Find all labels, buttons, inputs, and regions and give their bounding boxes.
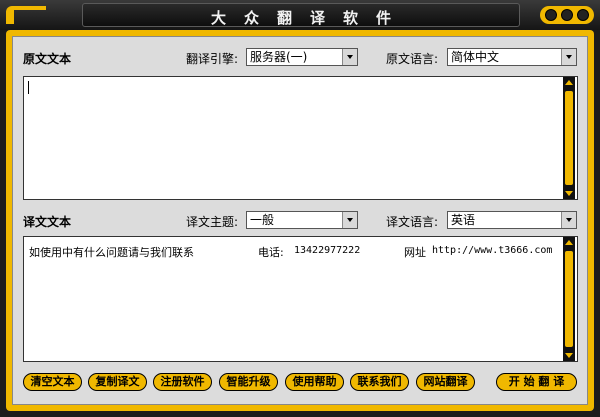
scroll-down-icon[interactable] xyxy=(563,349,575,361)
minimize-button[interactable] xyxy=(545,9,557,21)
chevron-down-icon[interactable] xyxy=(342,49,357,65)
help-button[interactable]: 使用帮助 xyxy=(285,373,344,391)
target-lang-value: 英语 xyxy=(451,213,476,227)
info-message: 如使用中有什么问题请与我们联系 xyxy=(29,246,194,259)
contact-button[interactable]: 联系我们 xyxy=(350,373,409,391)
phone-label: 电话: xyxy=(258,246,284,259)
copy-translation-button[interactable]: 复制译文 xyxy=(88,373,147,391)
close-button[interactable] xyxy=(577,9,589,21)
topic-label: 译文主题: xyxy=(186,215,239,229)
window-title: 大众翻译软件 xyxy=(210,9,409,27)
target-lang-select[interactable]: 英语 xyxy=(447,211,577,229)
engine-label: 翻译引擎: xyxy=(186,52,239,66)
start-translate-button[interactable]: 开 始 翻 译 xyxy=(496,373,577,391)
target-text-label: 译文文本 xyxy=(23,215,72,229)
source-text-input[interactable] xyxy=(23,76,578,200)
web-translate-button[interactable]: 网站翻译 xyxy=(416,373,475,391)
target-scrollbar[interactable] xyxy=(563,237,575,361)
chevron-down-icon[interactable] xyxy=(561,49,576,65)
target-lang-label: 译文语言: xyxy=(386,215,439,229)
text-caret xyxy=(28,81,29,94)
source-text-label: 原文文本 xyxy=(23,52,72,66)
source-scrollbar[interactable] xyxy=(563,77,575,199)
phone-value: 13422977222 xyxy=(294,245,361,256)
source-lang-value: 简体中文 xyxy=(451,50,500,64)
app-window: 大众翻译软件 原文文本 翻译引擎: 服务器(一) 原文语言: 简体中文 译文文本… xyxy=(0,0,600,417)
source-lang-select[interactable]: 简体中文 xyxy=(447,48,577,66)
topic-select-value: 一般 xyxy=(250,213,275,227)
title-plate: 大众翻译软件 xyxy=(82,3,520,27)
clear-text-button[interactable]: 清空文本 xyxy=(23,373,82,391)
window-controls xyxy=(540,6,594,24)
register-button[interactable]: 注册软件 xyxy=(153,373,212,391)
topic-select[interactable]: 一般 xyxy=(246,211,358,229)
scroll-down-icon[interactable] xyxy=(563,187,575,199)
engine-select[interactable]: 服务器(一) xyxy=(246,48,358,66)
title-decoration xyxy=(6,6,46,24)
site-label: 网址 xyxy=(404,246,426,259)
upgrade-button[interactable]: 智能升级 xyxy=(219,373,278,391)
scroll-thumb[interactable] xyxy=(565,91,573,185)
title-bar[interactable]: 大众翻译软件 xyxy=(0,0,600,30)
chevron-down-icon[interactable] xyxy=(561,212,576,228)
site-value: http://www.t3666.com xyxy=(432,245,553,256)
chevron-down-icon[interactable] xyxy=(342,212,357,228)
source-lang-label: 原文语言: xyxy=(386,52,439,66)
scroll-thumb[interactable] xyxy=(565,251,573,347)
scroll-up-icon[interactable] xyxy=(563,77,575,89)
scroll-up-icon[interactable] xyxy=(563,237,575,249)
maximize-button[interactable] xyxy=(561,9,573,21)
engine-select-value: 服务器(一) xyxy=(250,50,308,64)
